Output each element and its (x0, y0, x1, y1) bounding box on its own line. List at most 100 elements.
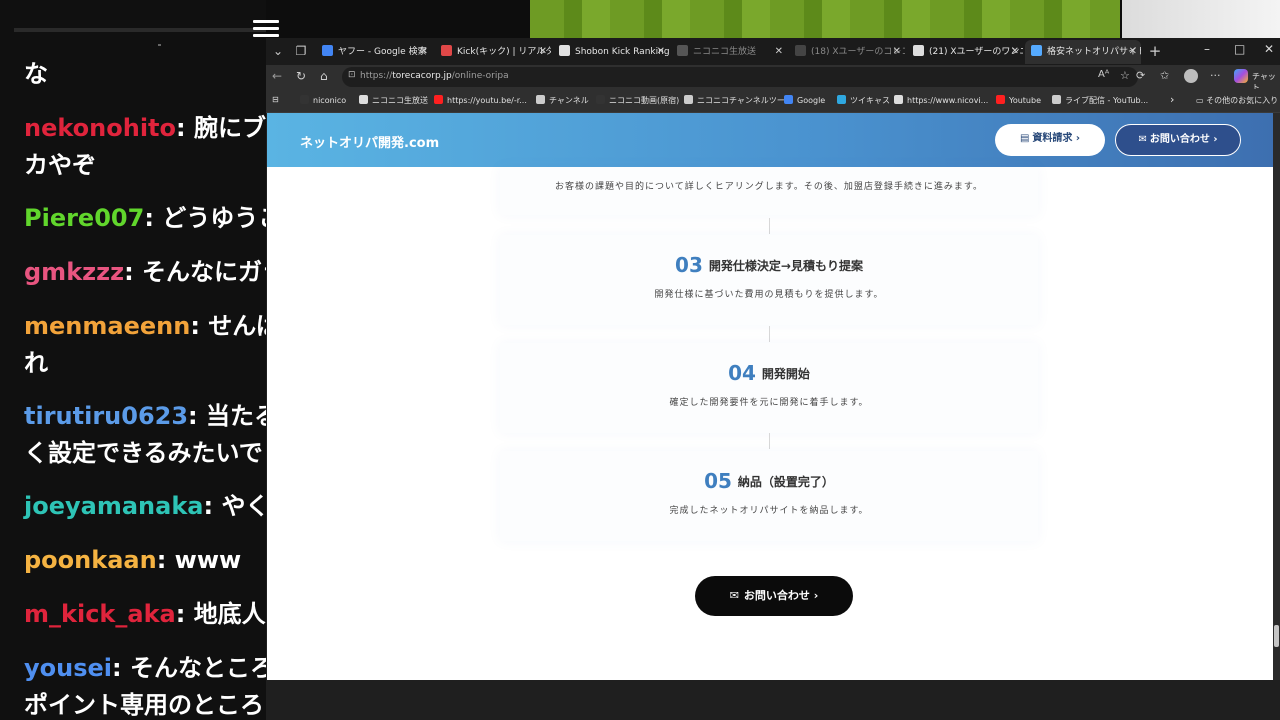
tab-close-icon[interactable]: ✕ (420, 40, 428, 64)
close-window-button[interactable]: ✕ (1264, 42, 1274, 56)
favorites-icon[interactable]: ✩ (1160, 69, 1169, 82)
step-number: 05 (704, 469, 732, 493)
chat-username[interactable]: tirutiru0623 (24, 402, 188, 430)
tab-close-icon[interactable]: ✕ (893, 40, 901, 64)
request-docs-button[interactable]: ▤ 資料請求 › (995, 124, 1105, 156)
bookmark-favicon-icon (996, 95, 1005, 104)
chat-text: な (24, 60, 48, 88)
mail-icon: ✉ (729, 589, 739, 602)
back-arrow-icon[interactable]: ← (272, 69, 282, 83)
browser-tab[interactable]: ヤフー - Google 検索 ✕ (316, 40, 432, 64)
favorite-star-icon[interactable]: ☆ (1120, 69, 1130, 82)
maximize-button[interactable]: □ (1234, 42, 1245, 56)
refresh-icon[interactable]: ↻ (296, 69, 306, 83)
bookmark-item[interactable]: ツイキャス (837, 95, 890, 106)
step-description: 完成したネットオリパサイトを納品します。 (669, 506, 869, 516)
tab-favicon-icon (322, 45, 333, 56)
bookmark-item[interactable]: ニコニコ動画(原宿) (596, 95, 679, 106)
bookmark-label: ライブ配信 - YouTub... (1065, 96, 1149, 105)
bookmarks-bar-icon[interactable]: ⊟ (272, 95, 279, 104)
tab-bar: ⌄ ❐ ヤフー - Google 検索✕Kick(キック) | リアルタイム✕S… (266, 38, 1280, 65)
read-aloud-icon[interactable]: Aᴬ (1098, 69, 1109, 80)
bookmark-label: https://youtu.be/-r... (447, 96, 527, 105)
chat-username[interactable]: Piere007 (24, 204, 144, 232)
home-icon[interactable]: ⌂ (320, 69, 328, 83)
chat-text: : やくざ (203, 492, 266, 520)
browser-tab[interactable]: 格安ネットオリパサイト開✕ (1025, 40, 1141, 64)
copilot-icon[interactable] (1234, 69, 1248, 83)
chat-message: menmaeenn: せんぱいれ (24, 308, 266, 382)
profile-avatar[interactable] (1184, 69, 1198, 83)
bookmark-item[interactable]: ニコニコチャンネルツール (684, 95, 793, 106)
more-menu-icon[interactable]: ··· (1210, 69, 1221, 82)
chat-text-continuation: カやぞ (24, 151, 96, 179)
chat-text: : www (156, 546, 242, 574)
tab-label: 格安ネットオリパサイト開 (1047, 47, 1141, 57)
step-description: 確定した開発要件を元に開発に着手します。 (669, 398, 869, 408)
browser-tab[interactable]: Shobon Kick Ranking ✕ (553, 40, 669, 64)
minimize-button[interactable]: – (1204, 42, 1210, 56)
scrollbar-thumb[interactable] (1274, 625, 1279, 647)
chat-text: : 腕にブツ (176, 114, 266, 142)
chat-message: な (24, 56, 266, 93)
hamburger-menu-icon[interactable] (253, 20, 279, 42)
extensions-icon[interactable]: ⟳ (1136, 69, 1145, 82)
chat-username[interactable]: m_kick_aka (24, 600, 176, 628)
bookmark-item[interactable]: ライブ配信 - YouTub... (1052, 95, 1148, 106)
step-card-04: 04 開発開始 確定した開発要件を元に開発に着手します。 (500, 343, 1038, 433)
chat-text: : そんなところ (112, 654, 266, 682)
tab-label: Shobon Kick Ranking (575, 47, 669, 57)
step-title-text: 開発開始 (761, 367, 810, 381)
bookmark-label: niconico (313, 96, 347, 105)
browser-tab[interactable]: Kick(キック) | リアルタイム✕ (435, 40, 551, 64)
step-number: 03 (675, 253, 703, 277)
browser-tab[interactable]: (21) Xユーザーのワンニキ✕ (907, 40, 1023, 64)
contact-cta-button[interactable]: ✉ お問い合わせ › (695, 576, 853, 616)
bookmark-favicon-icon (837, 95, 846, 104)
tab-actions-chevron-icon[interactable]: ⌄ (269, 42, 287, 60)
tab-close-icon[interactable]: ✕ (1011, 40, 1019, 64)
bookmark-item[interactable]: https://www.nicovi... (894, 95, 988, 105)
bookmark-item[interactable]: ニコニコ生放送 (359, 95, 428, 106)
document-icon: ▤ (1019, 133, 1030, 144)
chat-username[interactable]: menmaeenn (24, 312, 190, 340)
bookmark-favicon-icon (300, 95, 309, 104)
chat-username[interactable]: joeyamanaka (24, 492, 203, 520)
chat-username[interactable]: gmkzzz (24, 258, 124, 286)
browser-tab[interactable]: ニコニコ生放送 ✕ (671, 40, 787, 64)
chevron-right-icon: › (1209, 134, 1218, 145)
bookmark-item[interactable]: チャンネル (536, 95, 589, 106)
chat-message: Piere007: どうゆうこ (24, 200, 266, 237)
workspaces-icon[interactable]: ❐ (292, 42, 310, 60)
chat-username[interactable]: nekonohito (24, 114, 176, 142)
new-tab-button[interactable]: + (1146, 42, 1164, 60)
bookmark-favicon-icon (894, 95, 903, 104)
tab-label: Kick(キック) | リアルタイム (457, 47, 551, 57)
browser-tab[interactable]: (18) Xユーザーのコレコレ✕ (789, 40, 905, 64)
bookmarks-more-chevron-icon[interactable]: › (1170, 93, 1174, 106)
chat-username[interactable]: yousei (24, 654, 112, 682)
background-curtain (530, 0, 1120, 40)
url-field[interactable]: ⊡ https://torecacorp.jp/online-oripa Aᴬ … (342, 67, 1138, 87)
tab-close-icon[interactable]: ✕ (775, 40, 783, 64)
step-description: お客様の課題や目的について詳しくヒアリングします。その後、加盟店登録手続きに進み… (555, 182, 983, 192)
header-contact-button[interactable]: ✉ お問い合わせ › (1115, 124, 1241, 156)
step-card-03: 03 開発仕様決定→見積もり提案 開発仕様に基づいた費用の見積もりを提供します。 (500, 235, 1038, 325)
tab-favicon-icon (795, 45, 806, 56)
chat-username[interactable]: poonkaan (24, 546, 157, 574)
tab-close-icon[interactable]: ✕ (657, 40, 665, 64)
bookmark-item[interactable]: Youtube (996, 95, 1041, 105)
site-title[interactable]: ネットオリパ開発.com (300, 132, 439, 151)
tab-close-icon[interactable]: ✕ (1129, 40, 1137, 64)
live-chat-panel: な nekonohito: 腕にブツカやぞ Piere007: どうゆうこ gmkzz… (0, 0, 266, 720)
bookmark-item[interactable]: https://youtu.be/-r... (434, 95, 527, 105)
bookmark-item[interactable]: Google (784, 95, 825, 105)
bookmark-item[interactable]: niconico (300, 95, 346, 105)
tab-favicon-icon (1031, 45, 1042, 56)
tab-close-icon[interactable]: ✕ (539, 40, 547, 64)
header-contact-label: お問い合わせ (1149, 134, 1210, 145)
other-favorites[interactable]: ▭ その他のお気に入り (1196, 95, 1278, 106)
site-info-icon[interactable]: ⊡ (348, 70, 358, 82)
step-title: 03 開発仕様決定→見積もり提案 (500, 253, 1038, 277)
page-scrollbar[interactable] (1273, 113, 1280, 680)
